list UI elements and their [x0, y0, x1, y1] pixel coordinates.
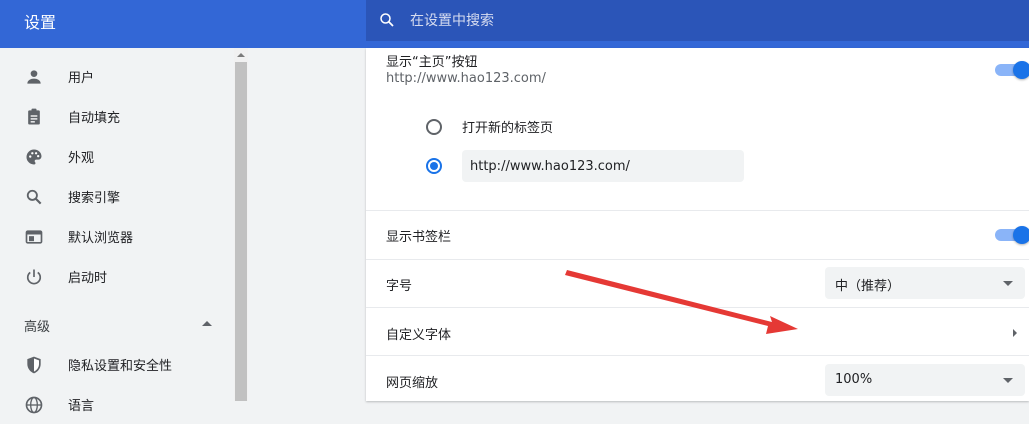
sidebar-item-label: 外观: [68, 150, 95, 166]
page-zoom-select[interactable]: 100%: [825, 364, 1025, 396]
chevron-up-icon[interactable]: [202, 321, 212, 326]
divider: [366, 210, 1029, 211]
divider: [366, 307, 1029, 308]
chevron-down-icon: [1003, 281, 1013, 286]
sidebar-item-autofill[interactable]: 自动填充: [0, 96, 234, 136]
person-icon: [27, 70, 41, 84]
app-header: 设置: [0, 0, 1029, 48]
home-url-input[interactable]: [462, 150, 744, 182]
advanced-section-toggle[interactable]: 高级: [24, 316, 50, 335]
sidebar-scrollbar[interactable]: [234, 48, 248, 401]
home-button-toggle[interactable]: [995, 60, 1029, 80]
sidebar-item-label: 隐私设置和安全性: [68, 358, 173, 374]
sidebar-item-label: 搜索引擎: [68, 190, 121, 206]
sidebar-item-languages[interactable]: 语言: [0, 384, 234, 424]
scroll-thumb[interactable]: [235, 62, 247, 401]
page-zoom-value: 100%: [835, 372, 873, 387]
sidebar-item-label: 用户: [68, 70, 95, 86]
search-input[interactable]: [410, 0, 970, 41]
bookmarks-bar-title: 显示书签栏: [386, 230, 452, 245]
sidebar-item-label: 启动时: [68, 270, 108, 286]
sidebar-item-label: 自动填充: [68, 110, 121, 126]
home-button-title: 显示“主页”按钮: [386, 55, 478, 70]
page-zoom-title: 网页缩放: [386, 376, 439, 391]
page-title: 设置: [24, 13, 57, 32]
sidebar-item-on-startup[interactable]: 启动时: [0, 256, 234, 296]
sidebar-item-label: 语言: [68, 398, 95, 414]
browser-icon: [25, 230, 43, 244]
search-box[interactable]: [366, 0, 1029, 41]
sidebar-item-people[interactable]: 用户: [0, 56, 234, 96]
radio-new-tab-label: 打开新的标签页: [462, 121, 554, 136]
font-size-title: 字号: [386, 279, 413, 294]
shield-icon: [27, 356, 41, 374]
scroll-up-arrow-icon[interactable]: [237, 53, 245, 57]
sidebar-item-search-engine[interactable]: 搜索引擎: [0, 176, 234, 216]
globe-icon: [25, 396, 43, 414]
chevron-right-icon[interactable]: [1013, 329, 1017, 337]
divider: [366, 259, 1029, 260]
power-icon: [26, 269, 42, 285]
bookmarks-bar-toggle[interactable]: [995, 225, 1029, 245]
font-size-value: 中（推荐）: [835, 279, 901, 294]
appearance-settings-card: 显示“主页”按钮 http://www.hao123.com/ 打开新的标签页 …: [366, 48, 1029, 401]
radio-custom-url[interactable]: [426, 158, 442, 174]
palette-icon: [26, 149, 42, 165]
custom-fonts-title[interactable]: 自定义字体: [386, 324, 451, 343]
sidebar-item-default-browser[interactable]: 默认浏览器: [0, 216, 234, 256]
home-button-url: http://www.hao123.com/: [386, 71, 546, 86]
sidebar-item-privacy[interactable]: 隐私设置和安全性: [0, 344, 234, 384]
sidebar-item-label: 默认浏览器: [68, 230, 134, 246]
search-icon: [380, 13, 394, 27]
divider: [366, 355, 1029, 356]
toggle-knob: [1013, 61, 1029, 79]
radio-new-tab[interactable]: [426, 119, 442, 135]
sidebar: 用户 自动填充 外观 搜索引擎 默认浏览器 启动时 高级 隐私设置和安全性 语言: [0, 48, 234, 414]
search-icon: [26, 189, 42, 205]
toggle-knob: [1013, 226, 1029, 244]
sidebar-item-appearance[interactable]: 外观: [0, 136, 234, 176]
clipboard-icon: [28, 108, 40, 125]
chevron-down-icon: [1003, 378, 1013, 383]
font-size-select[interactable]: 中（推荐）: [825, 267, 1025, 299]
